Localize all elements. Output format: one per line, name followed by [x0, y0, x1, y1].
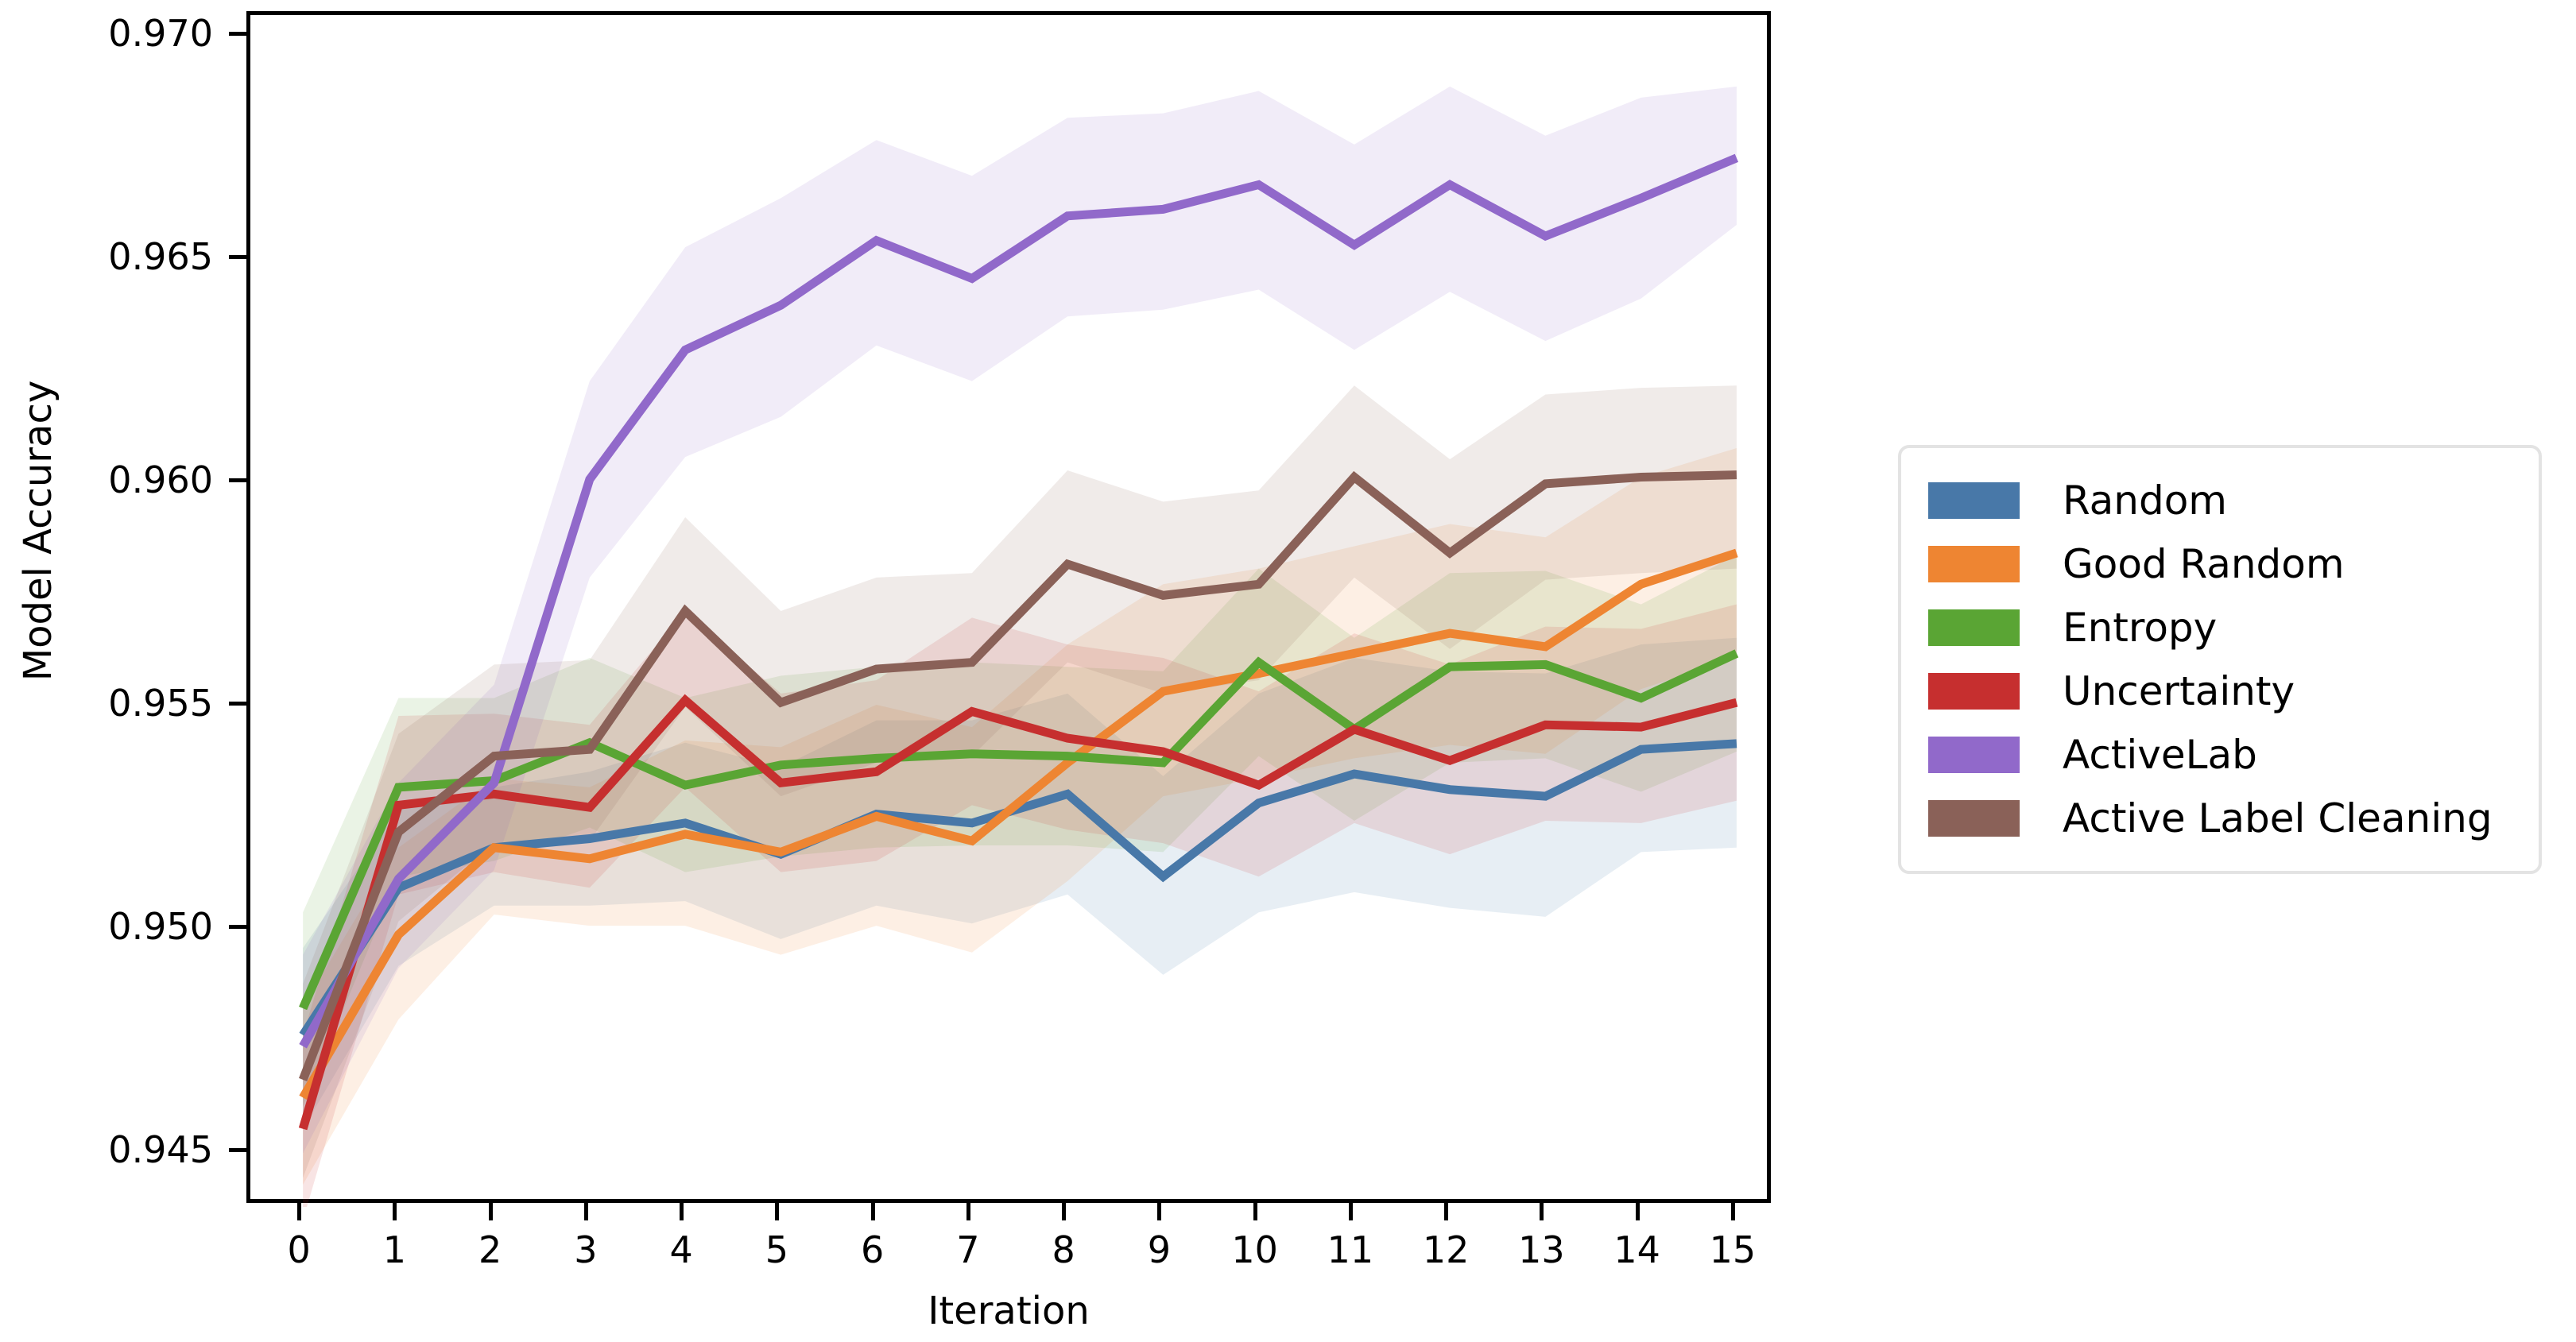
x-axis-tick-label: 4 — [669, 1228, 693, 1271]
legend-item-label: ActiveLab — [2063, 732, 2257, 778]
y-axis-tick-mark — [229, 1147, 246, 1152]
x-axis-tick-mark — [1444, 1203, 1449, 1220]
y-axis-tick-mark — [229, 701, 246, 706]
legend-item-label: Active Label Cleaning — [2063, 795, 2493, 841]
y-axis-tick-mark — [229, 924, 246, 929]
x-axis-tick-labels: 0 1 2 3 4 5 6 7 8 9 10 11 12 13 14 15 — [246, 1228, 1771, 1279]
legend-color-swatch — [1928, 800, 2020, 837]
x-axis-tick-mark — [966, 1203, 970, 1220]
x-axis-tick-mark — [583, 1203, 588, 1220]
legend-item-label: Entropy — [2063, 605, 2218, 651]
x-axis-tick-mark — [297, 1203, 302, 1220]
x-axis-tick-label: 1 — [382, 1228, 407, 1271]
legend-color-swatch — [1928, 673, 2020, 710]
x-axis-tick-label: 9 — [1147, 1228, 1172, 1271]
x-axis-tick-label: 8 — [1052, 1228, 1075, 1271]
x-axis-tick-label: 0 — [287, 1228, 311, 1271]
y-axis-tick-mark — [229, 32, 246, 37]
y-axis-tick-mark — [229, 478, 246, 482]
x-axis-tick-mark — [488, 1203, 493, 1220]
legend-item[interactable]: Uncertainty — [1928, 659, 2512, 723]
x-axis-tick-mark — [393, 1203, 397, 1220]
legend: Random Good Random Entropy Uncertainty Activ… — [1898, 445, 2542, 874]
legend-item[interactable]: ActiveLab — [1928, 723, 2512, 787]
y-axis-tick-mark — [229, 254, 246, 259]
x-axis-tick-mark — [1635, 1203, 1640, 1220]
plot-area — [246, 11, 1771, 1207]
x-axis-tick-label: 6 — [861, 1228, 885, 1271]
x-axis-tick-mark — [1348, 1203, 1353, 1220]
legend-item[interactable]: Good Random — [1928, 532, 2512, 596]
x-axis-tick-mark — [1730, 1203, 1735, 1220]
legend-item-label: Uncertainty — [2063, 668, 2295, 714]
x-axis-tick-label: 2 — [478, 1228, 502, 1271]
x-axis-title: Iteration — [928, 1289, 1090, 1333]
legend-color-swatch — [1928, 482, 2020, 519]
legend-item[interactable]: Entropy — [1928, 596, 2512, 659]
x-axis-tick-marks — [246, 1203, 1771, 1222]
x-axis-tick-mark — [1062, 1203, 1067, 1220]
legend-color-swatch — [1928, 737, 2020, 773]
x-axis-tick-label: 7 — [956, 1228, 980, 1271]
x-axis-tick-label: 14 — [1613, 1228, 1660, 1271]
x-axis-tick-label: 13 — [1518, 1228, 1565, 1271]
x-axis-tick-mark — [870, 1203, 875, 1220]
plot-series-svg — [298, 86, 1739, 1207]
x-axis-tick-label: 5 — [765, 1228, 789, 1271]
x-axis-tick-mark — [680, 1203, 684, 1220]
legend-color-swatch — [1928, 546, 2020, 582]
chart-root: 0.945 0.950 0.955 0.960 0.965 0.970 Model Acc… — [0, 0, 2576, 1342]
y-axis-title: Model Accuracy — [16, 380, 60, 682]
x-axis-tick-label: 10 — [1231, 1228, 1278, 1271]
x-axis-tick-label: 15 — [1709, 1228, 1757, 1271]
x-axis-tick-label: 12 — [1422, 1228, 1470, 1271]
legend-item-label: Random — [2063, 478, 2228, 524]
legend-item-label: Good Random — [2063, 541, 2345, 587]
x-axis-tick-mark — [775, 1203, 780, 1220]
x-axis-tick-label: 3 — [574, 1228, 598, 1271]
x-axis-tick-mark — [1157, 1203, 1162, 1220]
legend-color-swatch — [1928, 609, 2020, 646]
x-axis-tick-mark — [1253, 1203, 1257, 1220]
x-axis-tick-label: 11 — [1327, 1228, 1374, 1271]
legend-item[interactable]: Random — [1928, 469, 2512, 532]
legend-item[interactable]: Active Label Cleaning — [1928, 787, 2512, 850]
x-axis-tick-mark — [1540, 1203, 1544, 1220]
